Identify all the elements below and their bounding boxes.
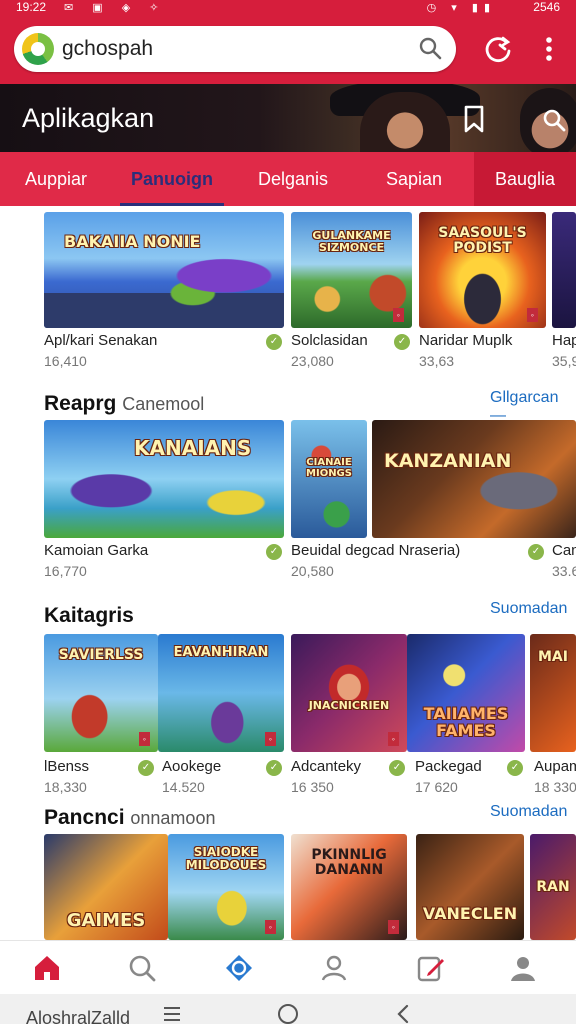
verified-icon: ✓	[138, 760, 154, 776]
app-thumbnail: MAI	[530, 634, 576, 752]
verified-icon: ✓	[528, 544, 544, 560]
app-rating-count: 20,580	[291, 563, 334, 579]
tag-badge: ◦	[387, 732, 399, 746]
app-rating-count: 18 330	[534, 779, 576, 795]
signal-icons: ◷ ▾ ▮▮	[426, 2, 496, 14]
edit-icon[interactable]	[416, 953, 446, 983]
tab-bauglia[interactable]: Bauglia	[474, 152, 576, 206]
app-thumbnail: KANZANIAN	[372, 420, 576, 538]
verified-icon: ✓	[266, 544, 282, 560]
section-title: Kaitagris	[44, 604, 134, 627]
status-battery: 2546	[533, 0, 560, 14]
see-all-link[interactable]: Suomadan	[490, 600, 567, 618]
app-thumbnail: EAVANHIRAN ◦	[158, 634, 284, 752]
back-icon[interactable]	[392, 1002, 416, 1024]
app-thumbnail: KANAIANS	[44, 420, 284, 538]
app-thumbnail: PKINNLIG DANANN ◦	[291, 834, 407, 940]
app-name: Aookege	[162, 758, 222, 775]
tag-badge: ◦	[392, 308, 404, 322]
see-all-link[interactable]: Suomadan	[490, 803, 567, 821]
app-thumbnail: TAIIAMES FAMES	[407, 634, 525, 752]
tab-delganis[interactable]: Delganis	[232, 152, 354, 206]
verified-icon: ✓	[389, 760, 405, 776]
hero-banner[interactable]: Aplikagkan	[0, 84, 576, 152]
app-name: Aupam	[534, 758, 576, 775]
home-icon[interactable]	[32, 953, 62, 983]
bookmark-icon[interactable]	[460, 104, 488, 134]
app-name: Beuidal degcad Nraseria)	[291, 542, 461, 559]
section-title: Pancnci onnamoon	[44, 806, 216, 829]
app-rating-count: 33.6	[552, 563, 576, 579]
search-bar[interactable]: gchospah	[14, 26, 456, 72]
app-name: Apl/kari Senakan	[44, 332, 158, 349]
section-subtitle: Canemool	[122, 394, 205, 414]
verified-icon: ✓	[266, 760, 282, 776]
app-thumbnail: VANECLEN	[416, 834, 524, 940]
more-vert-icon[interactable]	[532, 32, 566, 66]
refresh-icon[interactable]	[481, 32, 515, 66]
tag-badge: ◦	[264, 732, 276, 746]
app-thumbnail: BAKAIIA NONIE	[44, 212, 284, 328]
app-rating-count: 18,330	[44, 779, 87, 795]
app-thumbnail: CIANAIE MIONGS	[291, 420, 367, 538]
status-time: 19:22	[16, 0, 47, 14]
tag-badge: ◦	[387, 920, 399, 934]
section-title: Reaprg Canemool	[44, 392, 205, 415]
category-tabs: Auppiar Panuoign Delganis Sapian Bauglia	[0, 152, 576, 206]
search-nav-icon[interactable]	[127, 953, 157, 983]
tab-auppiar[interactable]: Auppiar	[0, 152, 112, 206]
tag-badge: ◦	[264, 920, 276, 934]
app-thumbnail: GAIMES	[44, 834, 168, 940]
app-screen: 19:22 ✉ ▣ ◈ ✧ ◷ ▾ ▮▮ 2546 gchospah Aplik…	[0, 0, 576, 1024]
verified-icon: ✓	[507, 760, 523, 776]
app-name: Packegad	[415, 758, 482, 775]
app-rating-count: 17 620	[415, 779, 458, 795]
app-rating-count: 23,080	[291, 353, 334, 369]
app-rating-count: 16,770	[44, 563, 87, 579]
banner-search-icon[interactable]	[540, 106, 568, 134]
app-thumbnail: RAN	[530, 834, 576, 940]
app-name: Hap	[552, 332, 576, 349]
app-name: Solclasidan	[291, 332, 368, 349]
app-thumbnail: SAVIERLSS ◦	[44, 634, 158, 752]
home-button-icon[interactable]	[276, 1002, 300, 1024]
system-label: AloshralZalld	[26, 1008, 131, 1024]
search-input[interactable]: gchospah	[62, 37, 153, 61]
app-name: lBenss	[44, 758, 90, 775]
app-thumbnail: SAASOUL'S PODIST ◦	[419, 212, 546, 328]
tab-sapian[interactable]: Sapian	[354, 152, 474, 206]
app-rating-count: 14.520	[162, 779, 205, 795]
app-name: Can	[552, 542, 576, 559]
app-rating-count: 16,410	[44, 353, 87, 369]
app-logo-icon	[22, 33, 54, 65]
recents-icon[interactable]	[160, 1002, 184, 1024]
app-thumbnail	[552, 212, 576, 328]
status-bar: 19:22 ✉ ▣ ◈ ✧ ◷ ▾ ▮▮ 2546	[0, 0, 576, 16]
notification-icons: ✉ ▣ ◈ ✧	[64, 2, 167, 14]
app-thumbnail: JNACNICRIEN ◦	[291, 634, 407, 752]
app-rating-count: 16 350	[291, 779, 334, 795]
verified-icon: ✓	[266, 334, 282, 350]
app-name: Kamoian Garka	[44, 542, 149, 559]
tag-badge: ◦	[526, 308, 538, 322]
bottom-nav	[0, 940, 576, 994]
banner-title: Aplikagkan	[22, 103, 155, 133]
app-thumbnail: GULANKAME SIZMONCE ◦	[291, 212, 412, 328]
section-subtitle: onnamoon	[130, 808, 216, 828]
app-rating-count: 35,9	[552, 353, 576, 369]
system-nav-bar: AloshralZalld	[0, 994, 576, 1024]
app-rating-count: 33,63	[419, 353, 455, 369]
profile-icon[interactable]	[319, 953, 349, 983]
tag-badge: ◦	[138, 732, 150, 746]
app-thumbnail: SIAIODKE MILODOUES ◦	[168, 834, 284, 940]
account-icon[interactable]	[508, 953, 538, 983]
tab-panuoign[interactable]: Panuoign	[112, 152, 232, 206]
app-name: Adcanteky	[291, 758, 362, 775]
verified-icon: ✓	[394, 334, 410, 350]
compass-icon[interactable]	[224, 953, 254, 983]
app-header: 19:22 ✉ ▣ ◈ ✧ ◷ ▾ ▮▮ 2546 gchospah	[0, 0, 576, 84]
app-name: Naridar Muplk	[419, 332, 513, 349]
search-icon[interactable]	[416, 34, 444, 62]
